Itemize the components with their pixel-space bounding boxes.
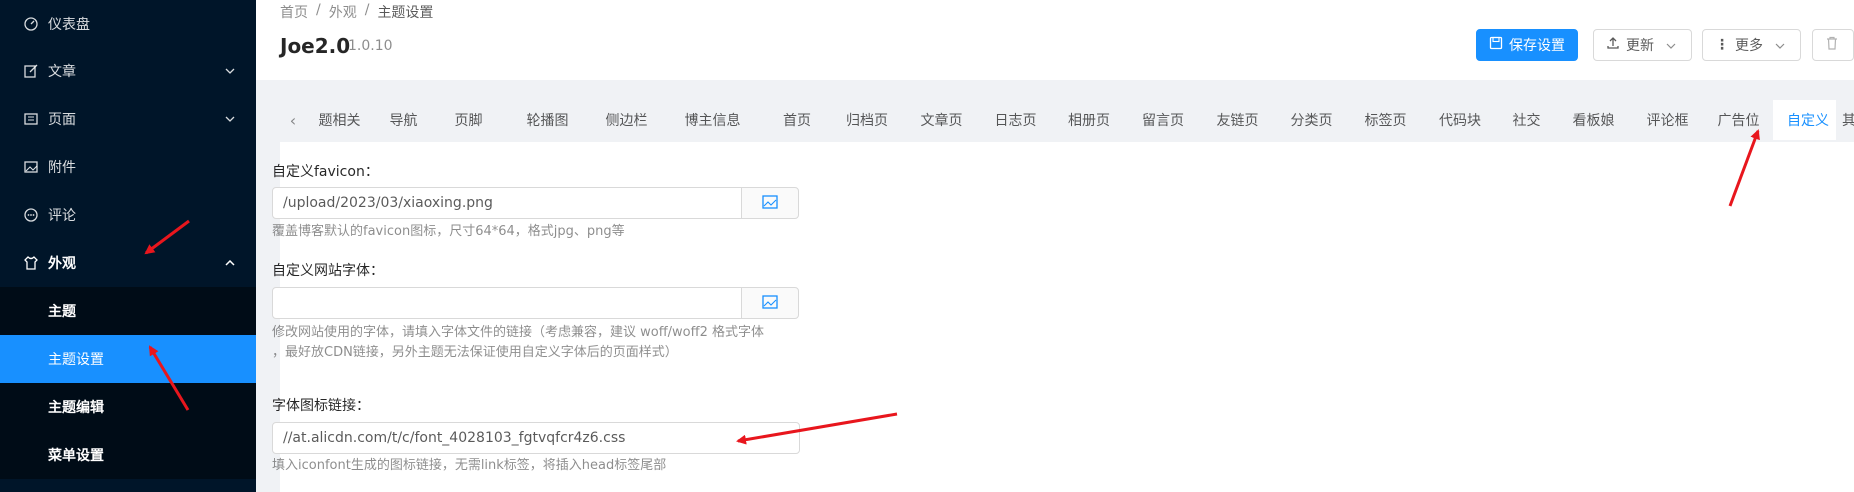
more-vertical-icon: ⋮ [1715,37,1729,53]
chevron-up-icon [224,257,236,269]
save-icon [1489,36,1503,54]
chevron-down-icon [224,113,236,125]
page-title: Joe2.0 [280,34,351,58]
update-label: 更新 [1626,38,1654,54]
tab-9[interactable]: 日志页 [979,100,1052,140]
breadcrumb-appearance[interactable]: 外观 [329,2,357,22]
edit-icon [24,64,38,78]
sidebar-item-label: 附件 [48,160,76,176]
sidebar: 仪表盘 文章 页面 附件 评论 外观 主题 主题设置 主题编辑 菜单设置 [0,0,256,492]
more-label: 更多 [1735,38,1763,54]
breadcrumb-current: 主题设置 [377,5,434,21]
sidebar-item-attachments[interactable]: 附件 [0,143,256,191]
tab-20[interactable]: 自定义 [1773,100,1843,140]
iconfont-help: 填入iconfont生成的图标链接，无需link标签，将插入head标签尾部 [272,458,667,473]
sidebar-item-comments[interactable]: 评论 [0,191,256,239]
save-settings-button[interactable]: 保存设置 [1476,29,1578,61]
update-button[interactable]: 更新 [1593,29,1692,61]
favicon-label: 自定义favicon： [272,164,379,180]
tab-19[interactable]: 广告位 [1704,100,1773,140]
tab-scroll-prev-icon[interactable]: ‹ [280,100,306,140]
sidebar-subitem-label: 主题编辑 [48,400,104,416]
favicon-help: 覆盖博客默认的favicon图标，尺寸64*64，格式jpg、png等 [272,224,625,239]
chevron-down-icon [224,65,236,77]
tab-15[interactable]: 代码块 [1423,100,1497,140]
sidebar-subitem-label: 菜单设置 [48,448,104,464]
font-help-line2: ，最好放CDN链接，另外主题无法保证使用自定义字体后的页面样式） [272,345,678,360]
sidebar-subitem-theme-settings[interactable]: 主题设置 [0,335,256,383]
tab-14[interactable]: 标签页 [1348,100,1423,140]
tab-11[interactable]: 留言页 [1126,100,1200,140]
breadcrumb: 首页 / 外观 / 主题设置 [280,2,433,22]
appearance-submenu: 主题 主题设置 主题编辑 菜单设置 [0,287,256,479]
favicon-input[interactable]: /upload/2023/03/xiaoxing.png [272,187,742,219]
favicon-upload-button[interactable] [741,187,799,219]
theme-version: 1.0.10 [348,38,393,54]
skin-icon [24,256,38,270]
sidebar-subitem-themes[interactable]: 主题 [0,287,256,335]
sidebar-subitem-label: 主题 [48,304,76,320]
font-upload-button[interactable] [741,287,799,319]
sidebar-item-posts[interactable]: 文章 [0,47,256,95]
font-input[interactable] [272,287,742,319]
tab-16[interactable]: 社交 [1497,100,1556,140]
comment-icon [24,208,38,222]
tab-1[interactable]: 导航 [373,100,434,140]
tab-0[interactable]: 题相关 [306,100,373,140]
more-button[interactable]: ⋮ 更多 [1702,29,1801,61]
tab-6[interactable]: 首页 [764,100,830,140]
settings-tabs: ‹ 题相关 导航 页脚 轮播图 侧边栏 博主信息 首页 归档页 文章页 日志页 相册页 留言页 友链页分… [280,98,1854,142]
tab-10[interactable]: 相册页 [1052,100,1126,140]
sidebar-item-label: 文章 [48,64,76,80]
tab-18[interactable]: 评论框 [1631,100,1704,140]
tab-7[interactable]: 归档页 [830,100,904,140]
chevron-down-icon [1775,37,1785,53]
picture-icon [762,194,778,213]
font-help-line1: 修改网站使用的字体，请填入字体文件的链接（考虑兼容，建议 woff/woff2 … [272,325,765,340]
tab-2[interactable]: 页脚 [434,100,503,140]
page-icon [24,112,38,126]
tab-3[interactable]: 轮播图 [503,100,592,140]
save-settings-label: 保存设置 [1509,38,1565,54]
tab-21[interactable]: 其它 [1836,100,1854,140]
sidebar-subitem-label: 主题设置 [48,352,104,368]
delete-button[interactable] [1812,29,1854,61]
picture-icon [24,160,38,174]
sidebar-subitem-menu-settings[interactable]: 菜单设置 [0,431,256,479]
sidebar-subitem-theme-editor[interactable]: 主题编辑 [0,383,256,431]
breadcrumb-home[interactable]: 首页 [280,2,308,22]
tab-4[interactable]: 侧边栏 [592,100,661,140]
iconfont-label: 字体图标链接： [272,398,370,414]
tab-17[interactable]: 看板娘 [1556,100,1631,140]
sidebar-item-label: 仪表盘 [48,16,90,33]
picture-icon [762,294,778,313]
tab-8[interactable]: 文章页 [904,100,979,140]
sidebar-item-label: 评论 [48,208,76,224]
iconfont-input[interactable]: //at.alicdn.com/t/c/font_4028103_fgtvqfc… [272,422,800,454]
dashboard-icon [24,16,38,31]
page-header: 首页 / 外观 / 主题设置 Joe2.0 1.0.10 保存设置 更新 ⋮ 更… [256,0,1854,80]
sidebar-item-pages[interactable]: 页面 [0,95,256,143]
sidebar-item-label: 页面 [48,112,76,128]
chevron-down-icon [1666,37,1676,53]
breadcrumb-separator: / [316,2,321,18]
sidebar-item-appearance[interactable]: 外观 [0,239,256,287]
tab-12[interactable]: 友链页 [1200,100,1275,140]
sidebar-item-label: 外观 [48,256,76,272]
font-label: 自定义网站字体： [272,263,384,279]
sidebar-item-dashboard[interactable]: 仪表盘 [0,0,256,47]
tab-5[interactable]: 博主信息 [661,100,764,140]
breadcrumb-separator: / [364,2,370,18]
delete-icon [1825,36,1839,54]
main-area: 首页 / 外观 / 主题设置 Joe2.0 1.0.10 保存设置 更新 ⋮ 更… [256,0,1854,492]
tab-13[interactable]: 分类页 [1275,100,1348,140]
upload-icon [1606,36,1620,54]
